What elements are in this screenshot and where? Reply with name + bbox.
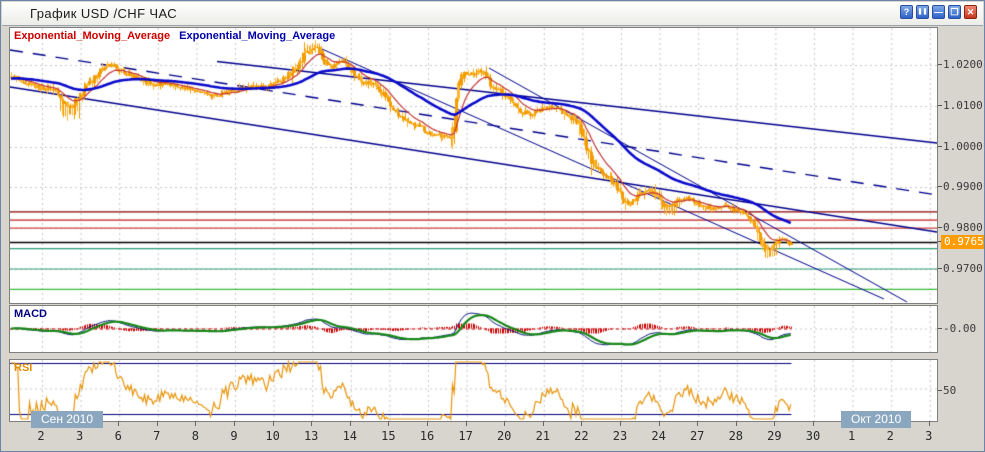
date-axis-label: 16 [419,429,435,443]
help-button[interactable]: ? [900,5,913,19]
pause-button[interactable]: ❚❚ [916,5,929,19]
date-axis-label: 2 [37,429,45,443]
price-tick-mark [938,268,942,269]
macd-label: MACD [14,308,47,320]
price-axis-label: 1.0200 [943,58,983,71]
current-price-tag: 0.9765 [941,235,984,249]
date-axis-label: 15 [381,429,396,443]
date-axis-label: 3 [75,429,84,443]
date-axis-label: 14 [342,429,358,443]
date-axis-label: 20 [496,429,512,443]
date-tick-mark [774,421,776,426]
window-buttons: ? ❚❚ — ❐ ✕ [900,5,977,19]
date-axis-label: 1 [847,429,856,443]
ema-blue-legend-label: Exponential_Moving_Average [179,30,336,42]
maximize-button[interactable]: ❐ [948,5,961,19]
date-tick-mark [658,421,660,426]
date-axis-label: 29 [767,429,782,443]
macd-panel: MACD [9,305,938,353]
date-tick-mark [928,421,930,426]
date-tick-mark [504,421,506,426]
date-axis[interactable]: 2 3 6 7 8 9 10 13 14 15 16 17 20 21 22 23 24 27 28 29 30 1 2 3 [9,421,938,447]
date-axis-label: 7 [153,429,161,443]
date-tick-mark [735,421,737,426]
price-axis-label: 0.9700 [943,262,983,275]
date-axis-label: 10 [265,429,280,443]
date-axis-label: 23 [612,429,628,443]
price-tick-mark [938,105,942,106]
price-axis-label: -0.00 [943,321,977,335]
indicator-legend: Exponential_Moving_Average Exponential_M… [14,30,335,42]
chart-window: График USD /CHF ЧАС ? ❚❚ — ❐ ✕ Exponential_M… [0,0,985,452]
date-tick-mark [465,421,467,426]
price-tick-mark [938,389,942,391]
month-badge-september: Сен 2010 [31,411,103,428]
main-chart-panel: Exponential_Moving_Average Exponential_M… [9,27,938,304]
price-axis-label: 0.9900 [943,180,983,193]
price-tick-mark [938,146,942,147]
rsi-canvas[interactable] [10,360,937,421]
main-chart-canvas[interactable] [10,28,937,303]
date-axis-label: 22 [574,429,589,443]
rsi-label: RSI [14,362,33,374]
price-axis-label: 50 [943,383,957,397]
price-axis-label: 0.9800 [943,221,983,234]
date-tick-mark [542,421,544,426]
price-tick-mark [938,186,942,187]
date-tick-mark [620,421,621,426]
close-button[interactable]: ✕ [964,5,977,19]
window-title: График USD /CHF ЧАС [30,6,178,21]
date-axis-label: 21 [535,429,551,443]
date-tick-mark [234,421,235,426]
macd-canvas[interactable] [10,306,937,352]
date-axis-label: 6 [114,429,122,443]
date-axis-label: 27 [689,429,705,443]
price-tick-mark [938,227,942,228]
date-tick-mark [427,421,428,426]
date-tick-mark [195,421,197,426]
date-axis-label: 17 [458,429,473,443]
date-tick-mark [272,421,274,426]
price-axis[interactable]: 1.0200 1.0100 1.0000 0.9900 0.9800 0.9700 0.97… [938,27,984,422]
price-axis-label: 1.0100 [943,99,983,112]
date-tick-mark [311,421,313,426]
date-axis-label: 3 [925,429,933,443]
date-axis-label: 13 [303,429,319,443]
date-axis-label: 9 [230,429,238,443]
month-badge-october: Окт 2010 [841,411,912,428]
price-axis-label: 1.0000 [943,140,983,153]
price-tick-mark [938,64,942,65]
date-axis-label: 8 [191,429,200,443]
date-tick-mark [581,421,583,426]
date-axis-label: 2 [886,429,894,443]
date-tick-mark [156,421,158,426]
date-tick-mark [697,421,699,426]
date-tick-mark [388,421,390,426]
date-tick-mark [118,421,120,426]
title-bar[interactable]: График USD /CHF ЧАС ? ❚❚ — ❐ ✕ [2,2,983,26]
date-tick-mark [349,421,351,426]
date-tick-mark [813,421,814,426]
price-tick-mark [938,327,942,329]
minimize-button[interactable]: — [932,5,945,19]
ema-red-legend-label: Exponential_Moving_Average [14,30,171,42]
date-axis-label: 24 [651,429,666,443]
date-axis-label: 28 [728,429,744,443]
rsi-panel: RSI [9,359,938,422]
date-axis-label: 30 [805,429,821,443]
